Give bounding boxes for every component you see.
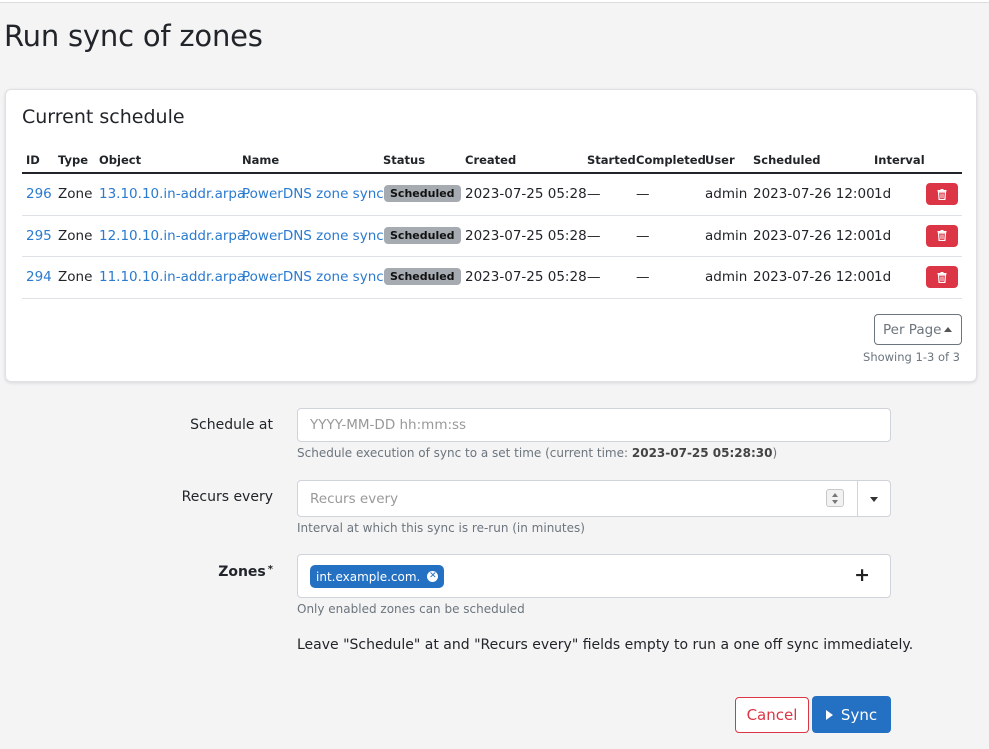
row-interval: 1d — [874, 269, 892, 285]
delete-button[interactable] — [926, 183, 958, 205]
delete-button[interactable] — [926, 266, 958, 288]
row-name-link[interactable]: PowerDNS zone sync — [242, 186, 384, 202]
row-id-link[interactable]: 296 — [26, 186, 52, 202]
recurs-every-label: Recurs every — [181, 489, 273, 505]
zones-label-text: Zones — [218, 564, 266, 580]
row-interval: 1d — [874, 186, 892, 202]
row-object-link[interactable]: 12.10.10.in-addr.arpa. — [99, 228, 250, 244]
row-scheduled: 2023-07-26 12:00 — [753, 186, 875, 202]
col-scheduled[interactable]: Scheduled — [753, 153, 820, 167]
current-time: 2023-07-25 05:28:30 — [631, 446, 773, 460]
row-user: admin — [705, 186, 748, 202]
zone-chip: int.example.com. ✕ — [310, 565, 445, 588]
schedule-at-input[interactable]: YYYY-MM-DD hh:mm:ss — [297, 408, 891, 442]
col-id[interactable]: ID — [26, 153, 40, 167]
col-name[interactable]: Name — [242, 153, 279, 167]
delete-button[interactable] — [926, 224, 958, 247]
caret-down-icon — [870, 497, 878, 502]
schedule-at-placeholder: YYYY-MM-DD hh:mm:ss — [310, 417, 467, 433]
current-schedule-card: Current schedule ID Type Object Name Sta… — [5, 89, 977, 382]
schedule-at-help: Schedule execution of sync to a set time… — [297, 446, 777, 460]
row-scheduled: 2023-07-26 12:00 — [753, 227, 875, 244]
recurs-every-placeholder: Recurs every — [310, 490, 399, 507]
col-started[interactable]: Started — [587, 153, 636, 167]
row-created: 2023-07-25 05:28 — [465, 186, 587, 202]
row-completed: — — [636, 227, 650, 244]
row-type: Zone — [58, 269, 93, 285]
page-title: Run sync of zones — [4, 19, 263, 53]
col-status[interactable]: Status — [383, 153, 425, 167]
top-bar — [0, 0, 989, 3]
trash-icon — [937, 271, 947, 283]
recurs-every-help: Interval at which this sync is re-run (i… — [297, 521, 585, 535]
row-started: — — [587, 269, 601, 285]
col-interval[interactable]: Interval — [874, 153, 925, 167]
col-completed[interactable]: Completed — [636, 153, 706, 167]
status-badge: Scheduled — [384, 185, 461, 202]
sync-button[interactable]: Sync — [812, 696, 891, 733]
pagination-info: Showing 1-3 of 3 — [863, 350, 960, 364]
info-note: Leave "Schedule" at and "Recurs every" f… — [297, 637, 914, 653]
zones-multiselect[interactable]: int.example.com. ✕ + — [297, 554, 891, 598]
zone-chip-label: int.example.com. — [316, 569, 421, 584]
per-page-label: Per Page — [883, 321, 942, 338]
schedule-table: ID Type Object Name Status Created Start… — [22, 148, 962, 299]
row-name-link[interactable]: PowerDNS zone sync — [242, 269, 384, 285]
row-id-link[interactable]: 295 — [26, 228, 52, 244]
caret-up-icon — [944, 327, 952, 332]
table-row: 295 Zone 12.10.10.in-addr.arpa. PowerDNS… — [22, 216, 962, 257]
status-badge: Scheduled — [384, 268, 461, 285]
table-row: 296 Zone 13.10.10.in-addr.arpa. PowerDNS… — [22, 174, 962, 216]
number-spinner-icon[interactable] — [826, 489, 844, 507]
help-suffix: ) — [772, 446, 778, 460]
row-interval: 1d — [874, 227, 892, 244]
row-user: admin — [705, 269, 748, 285]
row-object-link[interactable]: 13.10.10.in-addr.arpa. — [99, 186, 250, 202]
schedule-at-label: Schedule at — [190, 417, 273, 433]
row-created: 2023-07-25 05:28 — [465, 269, 587, 285]
recurs-every-input[interactable]: Recurs every — [297, 480, 859, 517]
row-completed: — — [636, 186, 650, 202]
row-created: 2023-07-25 05:28 — [465, 227, 587, 244]
x-circle-icon[interactable]: ✕ — [427, 571, 439, 582]
row-user: admin — [705, 227, 748, 244]
row-type: Zone — [58, 227, 93, 244]
table-header: ID Type Object Name Status Created Start… — [22, 148, 962, 174]
row-started: — — [587, 227, 601, 244]
cancel-label: Cancel — [746, 706, 798, 724]
sync-label: Sync — [840, 705, 878, 724]
status-badge: Scheduled — [384, 226, 461, 244]
plus-icon[interactable]: + — [854, 564, 870, 586]
col-created[interactable]: Created — [465, 153, 516, 167]
col-object[interactable]: Object — [99, 153, 141, 167]
table-row: 294 Zone 11.10.10.in-addr.arpa. PowerDNS… — [22, 257, 962, 299]
row-started: — — [587, 186, 601, 202]
col-user[interactable]: User — [705, 153, 735, 167]
cancel-button[interactable]: Cancel — [735, 697, 809, 733]
row-object-link[interactable]: 11.10.10.in-addr.arpa. — [99, 269, 250, 285]
play-icon — [825, 709, 833, 720]
help-text: Schedule execution of sync to a set time… — [297, 446, 632, 460]
col-type[interactable]: Type — [58, 153, 88, 167]
row-type: Zone — [58, 186, 93, 202]
row-name-link[interactable]: PowerDNS zone sync — [242, 228, 384, 244]
recurs-every-dropdown-toggle[interactable] — [857, 480, 891, 517]
card-title: Current schedule — [22, 106, 185, 128]
trash-icon — [937, 188, 947, 200]
row-id-link[interactable]: 294 — [26, 269, 52, 285]
row-scheduled: 2023-07-26 12:00 — [753, 269, 875, 285]
required-mark: * — [267, 564, 273, 575]
row-completed: — — [636, 269, 650, 285]
trash-icon — [937, 230, 947, 241]
zones-help: Only enabled zones can be scheduled — [297, 602, 525, 616]
zones-label: Zones * — [218, 564, 273, 580]
per-page-dropdown[interactable]: Per Page — [874, 314, 962, 345]
